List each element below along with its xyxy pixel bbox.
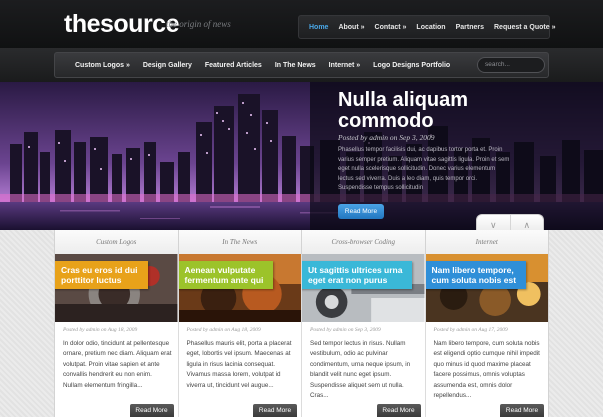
category-item-in-the-news[interactable]: In The News [275, 62, 316, 69]
featured-meta: Posted by admin on Sep 3, 2009 [338, 133, 435, 142]
category-item-internet[interactable]: Internet [329, 62, 361, 69]
post-title-label[interactable]: Aenean vulputate fermentum ante qui [178, 261, 274, 289]
post-meta: Posted by admin on Aug 18, 2009 [186, 327, 261, 333]
category-tabs: Custom Logos In The News Cross-browser C… [54, 230, 549, 254]
post-title-line: Cras eu eros id dui [61, 265, 138, 275]
nav-item-contact[interactable]: Contact [375, 24, 407, 31]
tab-custom-logos[interactable]: Custom Logos [55, 230, 179, 254]
category-item-custom-logos[interactable]: Custom Logos [75, 62, 130, 69]
tab-cross-browser-coding[interactable]: Cross-browser Coding [302, 230, 426, 254]
post-excerpt: Sed tempor lectus in risus. Nullam vesti… [310, 340, 411, 400]
post-card: Aenean vulputate fermentum ante qui Post… [178, 254, 302, 417]
post-title-line: Ut sagittis ultrices urna [308, 265, 403, 275]
featured-read-more-button[interactable]: Read More [338, 204, 384, 219]
main-nav: Home About Contact Location Partners Req… [298, 15, 550, 39]
post-title-line: eget erat non purus [308, 275, 388, 285]
category-item-featured-articles[interactable]: Featured Articles [205, 62, 262, 69]
read-more-button[interactable]: Read More [129, 404, 174, 417]
post-excerpt: In dolor odio, tincidunt at pellentesque… [63, 340, 172, 389]
post-title-label[interactable]: Cras eu eros id dui porttitor luctus [55, 261, 148, 289]
featured-excerpt: Phasellus tempor facilisis dui, ac dapib… [338, 147, 510, 192]
category-nav: Custom Logos Design Gallery Featured Art… [54, 52, 549, 78]
post-meta: Posted by admin on Aug 17, 2009 [433, 327, 508, 333]
nav-item-home[interactable]: Home [309, 24, 328, 31]
read-more-button[interactable]: Read More [500, 404, 544, 417]
nav-item-about[interactable]: About [338, 24, 364, 31]
post-title-line: Aenean vulputate [184, 265, 256, 275]
post-meta: Posted by admin on Sep 3, 2009 [310, 327, 381, 333]
nav-item-partners[interactable]: Partners [456, 24, 484, 31]
post-card: Ut sagittis ultrices urna eget erat non … [302, 254, 426, 417]
site-logo[interactable]: thesource [64, 10, 179, 39]
site-tagline: the origin of news [166, 19, 231, 29]
post-title-line: fermentum ante qui [184, 275, 264, 285]
post-excerpt: Phasellus mauris elit, porta a placerat … [186, 340, 292, 389]
post-card: Nam libero tempore, cum soluta nobis est… [425, 254, 548, 417]
category-item-logo-designs-portfolio[interactable]: Logo Designs Portfolio [373, 62, 450, 69]
search-input[interactable]: search... [477, 57, 545, 73]
post-meta: Posted by admin on Aug 18, 2009 [63, 327, 138, 333]
nav-item-location[interactable]: Location [416, 24, 445, 31]
read-more-button[interactable]: Read More [253, 404, 297, 417]
post-cards: Cras eu eros id dui porttitor luctus Pos… [54, 254, 549, 417]
read-more-button[interactable]: Read More [376, 404, 421, 417]
post-title-label[interactable]: Nam libero tempore, cum soluta nobis est [425, 261, 527, 289]
tab-internet[interactable]: Internet [426, 230, 549, 254]
post-title-line: cum soluta nobis est [431, 275, 517, 285]
tab-in-the-news[interactable]: In The News [179, 230, 302, 254]
post-card: Cras eu eros id dui porttitor luctus Pos… [55, 254, 179, 417]
post-excerpt: Nam libero tempore, cum soluta nobis est… [433, 340, 540, 400]
category-item-design-gallery[interactable]: Design Gallery [143, 62, 192, 69]
post-title-label[interactable]: Ut sagittis ultrices urna eget erat non … [302, 261, 413, 289]
post-title-line: Nam libero tempore, [431, 265, 514, 275]
post-title-line: porttitor luctus [61, 275, 122, 285]
nav-item-request-quote[interactable]: Request a Quote [494, 24, 555, 31]
featured-title[interactable]: Nulla aliquam commodo [338, 90, 538, 132]
